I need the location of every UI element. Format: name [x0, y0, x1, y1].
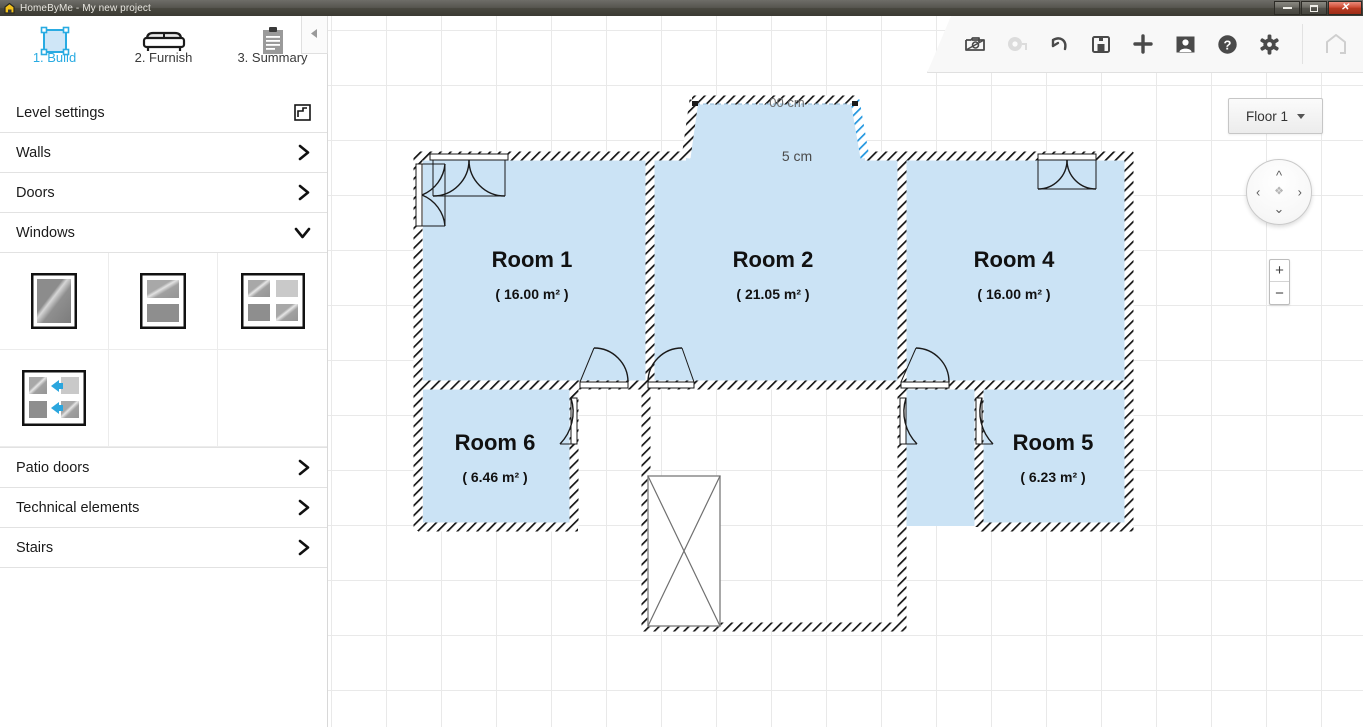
room-name: Room 1: [492, 247, 573, 272]
stairs-element[interactable]: [647, 475, 721, 627]
sidebar-item-label: Windows: [16, 224, 75, 241]
top-toolbar: ?: [927, 16, 1363, 73]
window-item-sliding[interactable]: [0, 350, 109, 447]
sidebar-item-label: Patio doors: [16, 459, 90, 476]
pan-center-icon[interactable]: ❖: [1274, 186, 1284, 198]
zoom-in-button[interactable]: +: [1270, 260, 1289, 282]
pan-up-icon[interactable]: ^: [1276, 169, 1282, 182]
room-area: ( 16.00 m² ): [495, 286, 568, 302]
sidebar-item-label: Walls: [16, 144, 51, 161]
pan-navigation-pad[interactable]: ^ ⌄ ‹ › ❖: [1246, 159, 1312, 225]
room-fills: [423, 99, 1128, 526]
left-sidebar: 1. Build 2. Furnish 3. Summary Level set…: [0, 16, 328, 727]
floorplan-drawing: Room 1 ( 16.00 m² ) Room 2 ( 21.05 m² ) …: [413, 95, 1134, 632]
measure-tape-icon: [1004, 31, 1030, 57]
two-pane-window-icon: [140, 273, 186, 329]
toolbar-divider: [1302, 24, 1303, 64]
sidebar-item-level-settings[interactable]: Level settings: [0, 93, 327, 133]
window-titlebar: HomeByMe - My new project ✕: [0, 0, 1363, 16]
chevron-right-icon: [298, 539, 311, 556]
floor-selector-value: Floor 1: [1245, 108, 1289, 124]
room-area: ( 6.23 m² ): [1020, 469, 1085, 485]
account-icon[interactable]: [1172, 31, 1198, 57]
minimize-button[interactable]: [1274, 1, 1300, 15]
room-name: Room 4: [974, 247, 1055, 272]
save-icon[interactable]: [1088, 31, 1114, 57]
room-name: Room 6: [455, 430, 536, 455]
pan-down-icon[interactable]: ⌄: [1274, 202, 1285, 215]
close-button[interactable]: ✕: [1328, 1, 1362, 15]
sidebar-item-label: Stairs: [16, 539, 54, 556]
sidebar-item-walls[interactable]: Walls: [0, 133, 327, 173]
help-icon[interactable]: ?: [1214, 31, 1240, 57]
clipboard-icon: [260, 26, 286, 56]
svg-text:?: ?: [1223, 37, 1231, 52]
sidebar-item-windows[interactable]: Windows: [0, 213, 327, 253]
floor-selector[interactable]: Floor 1: [1228, 98, 1323, 134]
dimension-label: 00 cm: [769, 95, 804, 110]
window-item-single-pane[interactable]: [0, 253, 109, 350]
window-title: HomeByMe - My new project: [20, 2, 151, 14]
single-pane-window-icon: [31, 273, 77, 329]
undo-icon[interactable]: [1046, 31, 1072, 57]
dimension-label: 5 cm: [782, 148, 812, 164]
chevron-right-icon: [298, 499, 311, 516]
tab-build[interactable]: 1. Build: [0, 24, 109, 65]
zoom-out-button[interactable]: −: [1270, 282, 1289, 304]
chevron-down-icon: [294, 226, 311, 239]
chevron-down-icon: [1297, 113, 1306, 119]
level-settings-icon[interactable]: [294, 104, 311, 121]
zoom-controls: + −: [1269, 259, 1290, 305]
room-area: ( 16.00 m² ): [977, 286, 1050, 302]
chevron-right-icon: [298, 459, 311, 476]
room-name: Room 2: [733, 247, 814, 272]
room-square-icon: [38, 26, 72, 56]
step-tabs: 1. Build 2. Furnish 3. Summary: [0, 16, 327, 93]
windows-catalog-grid: [0, 253, 327, 448]
sidebar-item-patio-doors[interactable]: Patio doors: [0, 448, 327, 488]
room-area: ( 6.46 m² ): [462, 469, 527, 485]
sidebar-item-doors[interactable]: Doors: [0, 173, 327, 213]
floorplan-canvas[interactable]: Room 1 ( 16.00 m² ) Room 2 ( 21.05 m² ) …: [328, 16, 1363, 727]
home-icon: [1323, 31, 1349, 57]
home-logo-icon: [3, 2, 16, 15]
window-item-four-pane[interactable]: [218, 253, 327, 350]
window-item-empty-slot: [109, 350, 218, 447]
tab-furnish[interactable]: 2. Furnish: [109, 24, 218, 65]
chevron-right-icon: [298, 184, 311, 201]
sofa-icon: [142, 26, 186, 56]
add-icon[interactable]: [1130, 31, 1156, 57]
sidebar-item-label: Technical elements: [16, 499, 140, 516]
sliding-window-icon: [22, 370, 86, 426]
sidebar-item-label: Doors: [16, 184, 55, 201]
maximize-button[interactable]: [1301, 1, 1327, 15]
window-item-two-pane[interactable]: [109, 253, 218, 350]
four-pane-window-icon: [240, 273, 305, 329]
screenshot-icon[interactable]: [962, 31, 988, 57]
pan-right-icon[interactable]: ›: [1298, 186, 1302, 199]
sidebar-item-stairs[interactable]: Stairs: [0, 528, 327, 568]
window-item-empty-slot: [218, 350, 327, 447]
room-name: Room 5: [1013, 430, 1094, 455]
collapse-panel-button[interactable]: [301, 16, 328, 54]
collapse-panel-left-icon: [310, 26, 319, 44]
room-area: ( 21.05 m² ): [736, 286, 809, 302]
settings-gear-icon[interactable]: [1256, 31, 1282, 57]
window-buttons: ✕: [1273, 0, 1363, 16]
sidebar-item-label: Level settings: [16, 104, 105, 121]
pan-left-icon[interactable]: ‹: [1256, 186, 1260, 199]
sidebar-item-technical-elements[interactable]: Technical elements: [0, 488, 327, 528]
chevron-right-icon: [298, 144, 311, 161]
